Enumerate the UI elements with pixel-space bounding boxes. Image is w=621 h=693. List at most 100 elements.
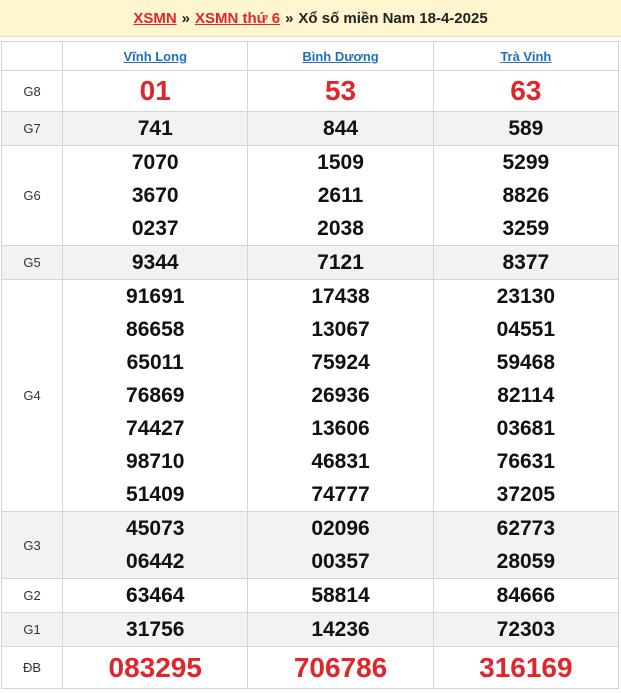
result-number: 91691	[126, 285, 185, 308]
prize-label: G4	[0, 279, 64, 512]
result-number: 00357	[311, 550, 370, 573]
result-number: 7070	[131, 151, 179, 174]
prize-label: G2	[0, 578, 64, 613]
result-cell: 72303	[432, 612, 620, 647]
prize-label: G7	[0, 111, 64, 146]
results-table: Vĩnh Long Bình Dương Trà Vinh G8 01 53 6…	[0, 41, 620, 689]
special-prize-number: 316169	[479, 652, 573, 683]
result-number: 03681	[496, 417, 556, 440]
result-cell: 316169	[432, 646, 620, 689]
province-link-tra-vinh[interactable]: Trà Vinh	[500, 49, 551, 64]
result-cell: 8377	[432, 245, 620, 280]
prize-row-g7: G7 741 844 589	[0, 111, 620, 146]
result-number: 72303	[496, 618, 556, 641]
result-number: 98710	[126, 450, 185, 473]
prize-label: G8	[0, 70, 64, 112]
result-number: 45073	[126, 517, 185, 540]
result-number: 7121	[317, 251, 364, 274]
result-cell: 844	[247, 111, 434, 146]
result-cell: 63	[432, 70, 620, 112]
result-cell: 23130 04551 59468 82114 03681 76631 3720…	[432, 279, 620, 512]
result-cell: 5299 8826 3259	[432, 145, 620, 246]
prize-label: G5	[0, 245, 64, 280]
result-cell: 14236	[247, 612, 434, 647]
header-corner-cell	[0, 41, 64, 71]
result-number: 76869	[126, 384, 185, 407]
prize-row-g8: G8 01 53 63	[0, 70, 620, 112]
result-number: 75924	[311, 351, 370, 374]
result-cell: 58814	[247, 578, 434, 613]
result-cell: 083295	[62, 646, 249, 689]
prize-row-g6: G6 7070 3670 0237 1509 2611 2038 5299 88…	[0, 145, 620, 246]
result-number: 86658	[126, 318, 185, 341]
result-cell: 01	[62, 70, 249, 112]
result-cell: 7070 3670 0237	[62, 145, 249, 246]
prize-row-g3: G3 45073 06442 02096 00357 62773 28059	[0, 511, 620, 579]
result-number: 14236	[311, 618, 370, 641]
prize-label: G1	[0, 612, 64, 647]
prize-row-g1: G1 31756 14236 72303	[0, 612, 620, 647]
result-number: 8826	[502, 184, 550, 207]
breadcrumb-separator: »	[181, 9, 191, 27]
result-number: 63	[510, 75, 542, 106]
prize-label: G3	[0, 511, 64, 579]
result-number: 46831	[311, 450, 370, 473]
prize-row-special: ĐB 083295 706786 316169	[0, 646, 620, 689]
result-number: 0237	[131, 217, 179, 240]
result-cell: 84666	[432, 578, 620, 613]
result-cell: 62773 28059	[432, 511, 620, 579]
result-cell: 63464	[62, 578, 249, 613]
result-number: 23130	[496, 285, 556, 308]
xsmn-friday-link[interactable]: XSMN thứ 6	[195, 10, 280, 27]
result-number: 76631	[496, 450, 556, 473]
result-cell: 17438 13067 75924 26936 13606 46831 7477…	[247, 279, 434, 512]
page-title: Xổ số miền Nam 18-4-2025	[298, 9, 488, 27]
result-number: 589	[508, 117, 544, 140]
result-number: 3670	[131, 184, 179, 207]
prize-row-g5: G5 9344 7121 8377	[0, 245, 620, 280]
result-number: 9344	[131, 251, 179, 274]
province-header-row: Vĩnh Long Bình Dương Trà Vinh	[0, 41, 620, 71]
result-cell: 02096 00357	[247, 511, 434, 579]
result-cell: 45073 06442	[62, 511, 249, 579]
prize-label: ĐB	[0, 646, 64, 689]
result-number: 8377	[502, 251, 550, 274]
result-number: 82114	[497, 384, 555, 407]
province-link-vinh-long[interactable]: Vĩnh Long	[123, 49, 187, 64]
special-prize-number: 706786	[293, 652, 388, 683]
prize-row-g4: G4 91691 86658 65011 76869 74427 98710 5…	[0, 279, 620, 512]
prize-row-g2: G2 63464 58814 84666	[0, 578, 620, 613]
result-cell: 53	[247, 70, 434, 112]
result-number: 02096	[311, 517, 370, 540]
result-number: 63464	[126, 584, 185, 607]
province-header: Vĩnh Long	[62, 41, 249, 71]
result-number: 74777	[311, 483, 370, 506]
province-link-binh-duong[interactable]: Bình Dương	[302, 49, 378, 64]
result-number: 2611	[317, 184, 364, 207]
result-number: 5299	[502, 151, 550, 174]
result-number: 01	[139, 75, 171, 106]
result-number: 3259	[502, 217, 550, 240]
result-number: 17438	[311, 285, 370, 308]
result-number: 74427	[126, 417, 185, 440]
result-cell: 7121	[247, 245, 434, 280]
result-cell: 31756	[62, 612, 249, 647]
result-number: 37205	[496, 483, 556, 506]
province-header: Trà Vinh	[432, 41, 620, 71]
result-number: 13067	[311, 318, 370, 341]
result-number: 31756	[126, 618, 185, 641]
result-number: 59468	[496, 351, 556, 374]
result-cell: 1509 2611 2038	[247, 145, 434, 246]
result-cell: 91691 86658 65011 76869 74427 98710 5140…	[62, 279, 249, 512]
result-number: 741	[137, 117, 173, 140]
result-number: 28059	[496, 550, 556, 573]
result-number: 53	[324, 75, 357, 106]
xsmn-link[interactable]: XSMN	[133, 10, 176, 27]
result-number: 26936	[311, 384, 370, 407]
result-number: 84666	[496, 584, 556, 607]
result-number: 65011	[126, 351, 184, 374]
result-number: 04551	[496, 318, 556, 341]
result-number: 1509	[317, 151, 364, 174]
result-number: 2038	[317, 217, 364, 240]
result-number: 06442	[126, 550, 185, 573]
